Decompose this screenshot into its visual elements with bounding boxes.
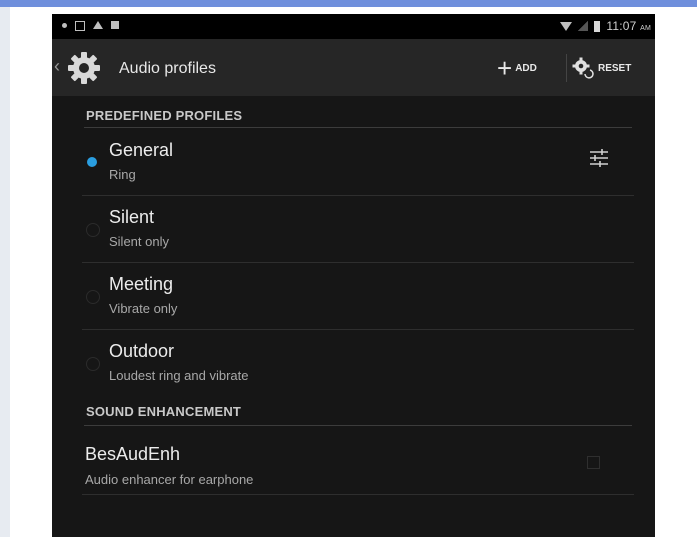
status-right: 11:07 AM — [560, 19, 651, 33]
top-stripe — [0, 0, 697, 7]
warning-icon — [93, 21, 103, 29]
phone-screen: 11:07 AM ‹ Audio profiles + ADD RESET PR… — [52, 14, 655, 537]
reset-gear-icon — [572, 57, 594, 79]
radio-unselected[interactable] — [86, 223, 100, 237]
add-button[interactable]: + ADD — [497, 53, 537, 83]
battery-icon — [594, 20, 601, 32]
profile-title: Meeting — [109, 274, 174, 294]
left-gutter — [0, 7, 10, 537]
row-divider — [82, 262, 634, 263]
enhancer-checkbox[interactable] — [587, 456, 600, 469]
radio-selected[interactable] — [87, 157, 97, 167]
profile-subtitle: Loudest ring and vibrate — [109, 368, 249, 383]
clock-time: 11:07 — [606, 19, 637, 33]
section-header-predefined: PREDEFINED PROFILES — [86, 108, 243, 123]
clock: 11:07 AM — [606, 19, 651, 33]
wifi-icon — [560, 21, 573, 31]
settings-gear-icon[interactable] — [66, 50, 102, 86]
signal-icon — [578, 21, 589, 31]
message-icon — [111, 21, 119, 29]
row-divider — [82, 494, 634, 495]
setting-item-besaudenh[interactable]: BesAudEnh Audio enhancer for earphone — [52, 434, 655, 494]
reset-button[interactable]: RESET — [572, 53, 631, 83]
profile-title: Silent — [109, 207, 155, 227]
back-chevron-icon[interactable]: ‹ — [54, 56, 60, 77]
section-divider — [84, 425, 632, 426]
row-divider — [82, 195, 634, 196]
profile-title: Outdoor — [109, 341, 175, 361]
section-divider — [84, 127, 632, 128]
profile-item-general[interactable]: General Ring — [52, 130, 655, 196]
action-divider — [566, 54, 567, 82]
profile-item-silent[interactable]: Silent Silent only — [52, 197, 655, 263]
equalizer-settings-icon[interactable] — [588, 147, 610, 169]
profile-subtitle: Vibrate only — [109, 301, 178, 316]
setting-title: BesAudEnh — [85, 444, 181, 464]
status-bar: 11:07 AM — [52, 14, 655, 39]
profile-item-outdoor[interactable]: Outdoor Loudest ring and vibrate — [52, 331, 655, 397]
clock-ampm: AM — [640, 25, 651, 32]
profile-subtitle: Ring — [109, 167, 136, 182]
plus-icon: + — [497, 53, 513, 83]
setting-subtitle: Audio enhancer for earphone — [85, 472, 254, 487]
profile-subtitle: Silent only — [109, 234, 169, 249]
radio-unselected[interactable] — [86, 357, 100, 371]
add-label: ADD — [515, 62, 537, 74]
action-bar: ‹ Audio profiles + ADD RESET — [52, 39, 655, 96]
section-header-enhancement: SOUND ENHANCEMENT — [86, 404, 242, 419]
profile-title: General — [109, 140, 174, 160]
row-divider — [82, 329, 634, 330]
radio-unselected[interactable] — [86, 290, 100, 304]
screenshot-icon — [75, 21, 85, 31]
page-title: Audio profiles — [119, 60, 216, 77]
notification-icons — [62, 21, 119, 31]
profile-item-meeting[interactable]: Meeting Vibrate only — [52, 264, 655, 330]
notification-dot-icon — [62, 23, 67, 28]
reset-label: RESET — [598, 62, 632, 74]
